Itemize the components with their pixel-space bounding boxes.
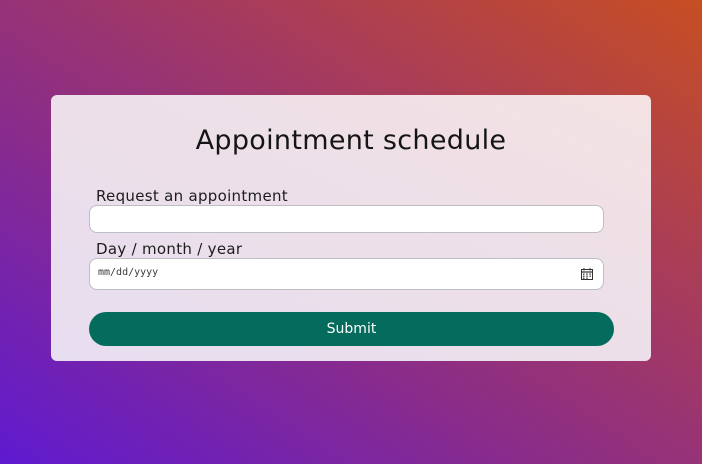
- calendar-icon[interactable]: [580, 267, 594, 281]
- form-title: Appointment schedule: [195, 125, 507, 156]
- request-appointment-input[interactable]: [89, 205, 604, 233]
- appointment-card: Appointment schedule Request an appointm…: [51, 95, 651, 361]
- date-label: Day / month / year: [96, 240, 243, 258]
- date-placeholder: mm/dd/yyyy: [98, 267, 159, 278]
- request-appointment-label: Request an appointment: [96, 187, 288, 205]
- date-input[interactable]: mm/dd/yyyy: [89, 258, 604, 290]
- submit-button[interactable]: Submit: [89, 312, 614, 346]
